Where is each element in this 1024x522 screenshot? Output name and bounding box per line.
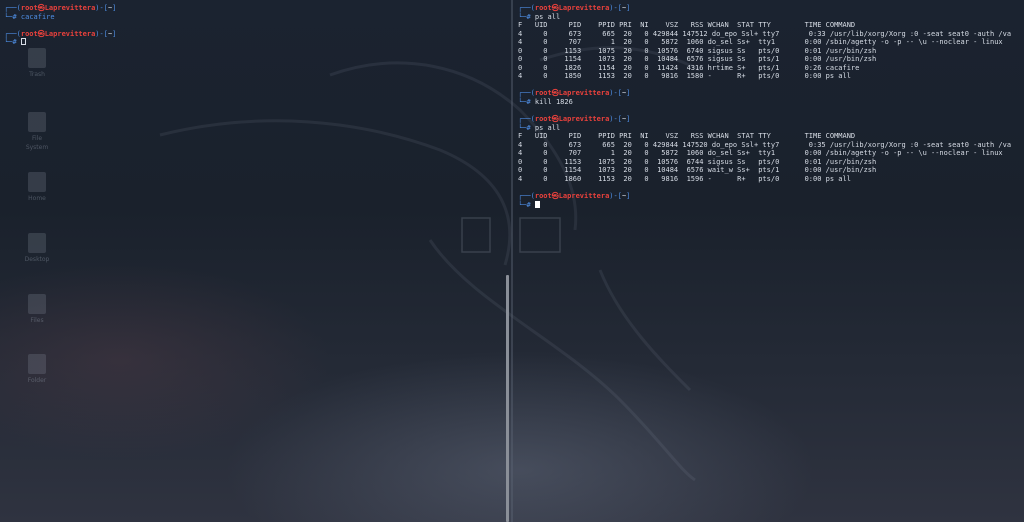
terminal-output-left: ┌──(root㉿Laprevittera)-[~] └─# cacafire … bbox=[4, 4, 510, 47]
ps-row: 4 0 707 1 20 0 5872 1060 do_sel Ss+ tty1… bbox=[518, 38, 1003, 47]
terminal-cursor bbox=[20, 38, 26, 46]
command-text: ps all bbox=[534, 12, 561, 21]
command-line-active[interactable]: └─# bbox=[518, 200, 1024, 210]
ps-row: 4 0 1850 1153 20 0 9816 1580 - R+ pts/0 … bbox=[518, 72, 851, 81]
ps-header: F UID PID PPID PRI NI VSZ RSS WCHAN STAT… bbox=[518, 132, 856, 141]
prompt-line: ┌──(root㉿Laprevittera)-[~] bbox=[4, 29, 117, 38]
ps-row: 0 0 1154 1073 20 0 10484 6576 sigsus Ss … bbox=[518, 55, 877, 64]
terminal-pane-right[interactable]: ┌──(root㉿Laprevittera)-[~] └─# ps all F … bbox=[514, 0, 1024, 522]
terminal-scrollbar[interactable] bbox=[506, 275, 509, 522]
ps-row: 0 0 1154 1073 20 0 10484 6576 wait_w Ss+… bbox=[518, 166, 877, 175]
command-text: kill 1826 bbox=[534, 98, 573, 107]
command-line: └─# ps all bbox=[518, 12, 561, 21]
ps-row: 4 0 673 665 20 0 429844 147520 do_epo Ss… bbox=[518, 140, 1012, 149]
ps-row: 0 0 1826 1154 20 0 11424 4316 hrtime S+ … bbox=[518, 63, 860, 72]
command-line: └─# kill 1826 bbox=[518, 98, 573, 107]
command-text: cacafire bbox=[20, 12, 55, 21]
ps-row: 4 0 1860 1153 20 0 9816 1596 - R+ pts/0 … bbox=[518, 174, 851, 183]
ps-row: 0 0 1153 1075 20 0 10576 6740 sigsus Ss … bbox=[518, 46, 877, 55]
prompt-line: ┌──(root㉿Laprevittera)-[~] bbox=[4, 4, 117, 12]
command-line: └─# ps all bbox=[518, 123, 561, 132]
ps-row: 4 0 707 1 20 0 5872 1060 do_sel Ss+ tty1… bbox=[518, 149, 1003, 158]
prompt-line: ┌──(root㉿Laprevittera)-[~] bbox=[518, 89, 631, 98]
terminal-output-right: ┌──(root㉿Laprevittera)-[~] └─# ps all F … bbox=[518, 4, 1024, 209]
command-line: └─# cacafire bbox=[4, 12, 55, 21]
ps-header: F UID PID PPID PRI NI VSZ RSS WCHAN STAT… bbox=[518, 21, 856, 30]
ps-row: 0 0 1153 1075 20 0 10576 6744 sigsus Ss … bbox=[518, 157, 877, 166]
command-line-active[interactable]: └─# bbox=[4, 38, 510, 47]
command-text: ps all bbox=[534, 123, 561, 132]
terminal-pane-left[interactable]: ┌──(root㉿Laprevittera)-[~] └─# cacafire … bbox=[0, 0, 510, 522]
prompt-line: ┌──(root㉿Laprevittera)-[~] bbox=[518, 4, 631, 12]
prompt-line: ┌──(root㉿Laprevittera)-[~] bbox=[518, 192, 631, 201]
ps-row: 4 0 673 665 20 0 429844 147512 do_epo Ss… bbox=[518, 29, 1012, 38]
terminal-cursor bbox=[534, 200, 540, 208]
pane-divider[interactable] bbox=[511, 0, 513, 522]
prompt-line: ┌──(root㉿Laprevittera)-[~] bbox=[518, 115, 631, 124]
